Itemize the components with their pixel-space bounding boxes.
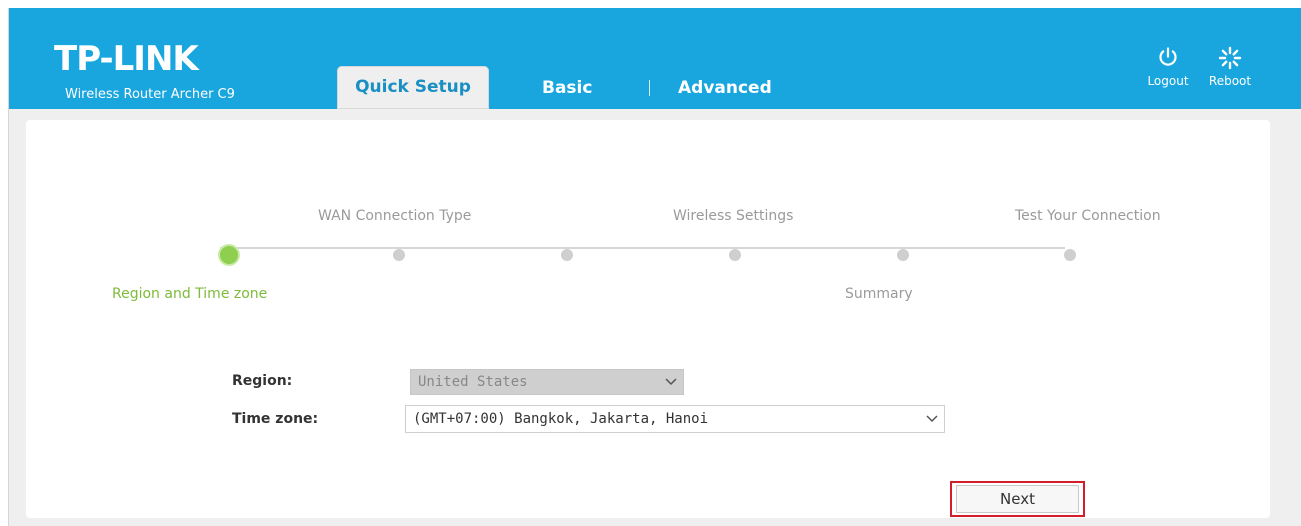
progress-track (220, 247, 1065, 249)
timezone-value: (GMT+07:00) Bangkok, Jakarta, Hanoi (413, 411, 709, 427)
chevron-down-icon (659, 370, 683, 394)
step-dot-wireless (729, 249, 741, 261)
reboot-label: Reboot (1208, 74, 1252, 88)
step-dot-test (1064, 249, 1076, 261)
logout-label: Logout (1147, 74, 1189, 88)
step-label-region: Region and Time zone (112, 286, 268, 302)
logout-button[interactable]: Logout (1143, 46, 1193, 88)
tab-quick-setup[interactable]: Quick Setup (337, 66, 489, 109)
reboot-button[interactable]: Reboot (1205, 46, 1255, 88)
timezone-label: Time zone: (232, 411, 319, 427)
step-dot-summary (897, 249, 909, 261)
model-name: Wireless Router Archer C9 (65, 87, 235, 102)
region-select: United States (410, 369, 684, 395)
step-dot-3 (561, 249, 573, 261)
region-label: Region: (232, 373, 293, 389)
next-button-label: Next (956, 485, 1079, 513)
step-dot-region (218, 244, 240, 266)
timezone-select[interactable]: (GMT+07:00) Bangkok, Jakarta, Hanoi (405, 405, 945, 433)
step-dot-wan (393, 249, 405, 261)
step-label-summary: Summary (845, 286, 913, 302)
step-label-test: Test Your Connection (1015, 208, 1161, 224)
chevron-down-icon (920, 406, 944, 432)
power-icon (1143, 46, 1193, 70)
region-value: United States (418, 374, 528, 390)
top-header: TP-LINK Wireless Router Archer C9 Quick … (9, 8, 1301, 109)
step-label-wireless: Wireless Settings (673, 208, 794, 224)
tab-divider (649, 80, 650, 96)
setup-card (26, 120, 1270, 518)
brand-logo: TP-LINK (54, 39, 199, 79)
step-label-wan: WAN Connection Type (318, 208, 472, 224)
tab-advanced[interactable]: Advanced (678, 76, 772, 100)
next-button[interactable]: Next (950, 481, 1085, 517)
spinner-icon (1205, 46, 1255, 70)
tab-basic[interactable]: Basic (542, 76, 592, 100)
